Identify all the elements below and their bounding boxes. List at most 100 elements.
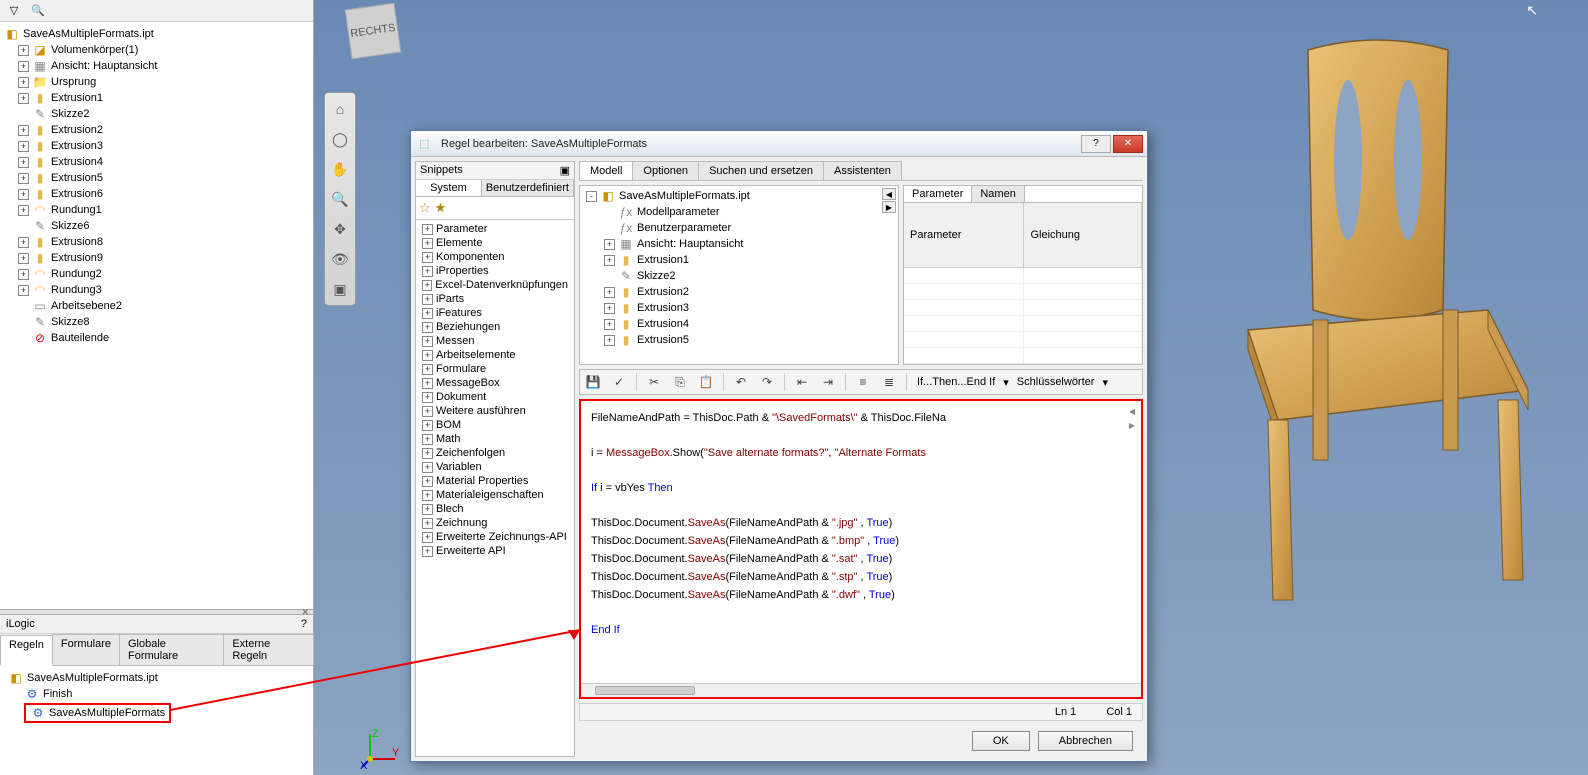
expander-icon[interactable]: + — [18, 61, 29, 72]
tree-node[interactable]: +◠Rundung2 — [0, 266, 313, 282]
parameter-table[interactable]: ParameterGleichung — [904, 203, 1142, 364]
nav-left-icon[interactable]: ◀ — [1125, 405, 1139, 417]
snippet-item[interactable]: +Zeichnung — [418, 516, 572, 530]
tree-node[interactable]: ✎Skizze2 — [0, 106, 313, 122]
snippets-tree[interactable]: +Parameter+Elemente+Komponenten+iPropert… — [416, 220, 574, 756]
ilogic-tab[interactable]: Globale Formulare — [119, 634, 224, 665]
comment-icon[interactable]: ≡ — [852, 372, 874, 392]
tree-node[interactable]: +▮Extrusion6 — [0, 186, 313, 202]
expander-icon[interactable]: + — [18, 157, 29, 168]
tree-node[interactable]: +◠Rundung3 — [0, 282, 313, 298]
expander-icon[interactable]: + — [18, 189, 29, 200]
expander-icon[interactable]: + — [18, 253, 29, 264]
tree-node[interactable]: ⊘Bauteilende — [0, 330, 313, 346]
chevron-down-icon[interactable]: ▾ — [1003, 376, 1009, 389]
expander-icon[interactable]: + — [422, 294, 433, 305]
zoom-icon[interactable]: 🔍 — [330, 189, 350, 209]
tree-node[interactable]: +▮Extrusion4 — [0, 154, 313, 170]
save-icon[interactable]: 💾 — [582, 372, 604, 392]
indent-icon[interactable]: ⇥ — [817, 372, 839, 392]
table-row[interactable] — [904, 316, 1142, 332]
record-icon[interactable]: ▣ — [330, 279, 350, 299]
tree-node[interactable]: +▮Extrusion4 — [582, 316, 896, 332]
tree-node[interactable]: +▮Extrusion2 — [582, 284, 896, 300]
tree-node[interactable]: ✎Skizze6 — [0, 218, 313, 234]
tree-node[interactable]: +◪Volumenkörper(1) — [0, 42, 313, 58]
expander-icon[interactable]: + — [422, 322, 433, 333]
expander-icon[interactable]: + — [18, 93, 29, 104]
chevron-down-icon[interactable]: ▾ — [1102, 376, 1108, 389]
snippet-item[interactable]: +Elemente — [418, 236, 572, 250]
expander-icon[interactable]: + — [422, 518, 433, 529]
snippet-item[interactable]: +Math — [418, 432, 572, 446]
copy-icon[interactable]: ⎘ — [669, 372, 691, 392]
param-tab[interactable]: Namen — [972, 186, 1024, 202]
star-icon[interactable]: ☆ — [419, 200, 431, 216]
binoculars-icon[interactable]: 🔍 — [30, 3, 46, 19]
expander-icon[interactable]: + — [422, 350, 433, 361]
snippet-item[interactable]: +Blech — [418, 502, 572, 516]
expander-icon[interactable]: + — [18, 173, 29, 184]
tree-node[interactable]: ✎Skizze2 — [582, 268, 896, 284]
tree-node[interactable]: +▮Extrusion1 — [582, 252, 896, 268]
table-row[interactable] — [904, 332, 1142, 348]
expander-icon[interactable]: + — [422, 476, 433, 487]
expander-icon[interactable]: + — [18, 237, 29, 248]
nav-right-icon[interactable]: ▶ — [882, 201, 896, 213]
tree-root[interactable]: ◧ SaveAsMultipleFormats.ipt — [0, 26, 313, 42]
editor-tab[interactable]: Optionen — [632, 161, 699, 180]
table-row[interactable] — [904, 284, 1142, 300]
tree-node[interactable]: ✎Skizze8 — [0, 314, 313, 330]
expander-icon[interactable]: + — [422, 238, 433, 249]
cancel-button[interactable]: Abbrechen — [1038, 731, 1133, 751]
tree-node[interactable]: +▮Extrusion3 — [582, 300, 896, 316]
expander-icon[interactable]: + — [18, 77, 29, 88]
pan-icon[interactable]: ✋ — [330, 159, 350, 179]
pin-icon[interactable]: ▣ — [560, 164, 570, 177]
snippet-item[interactable]: +Materialeigenschaften — [418, 488, 572, 502]
snippet-item[interactable]: +Zeichenfolgen — [418, 446, 572, 460]
cut-icon[interactable]: ✂ — [643, 372, 665, 392]
expander-icon[interactable]: + — [422, 252, 433, 263]
snippet-item[interactable]: +Beziehungen — [418, 320, 572, 334]
expander-icon[interactable]: + — [604, 255, 615, 266]
check-icon[interactable]: ✓ — [608, 372, 630, 392]
snippet-item[interactable]: +iProperties — [418, 264, 572, 278]
snippet-item[interactable]: +MessageBox — [418, 376, 572, 390]
expander-icon[interactable]: + — [422, 266, 433, 277]
expander-icon[interactable]: + — [422, 490, 433, 501]
expander-icon[interactable]: + — [422, 364, 433, 375]
dialog-model-tree[interactable]: -◧SaveAsMultipleFormats.iptƒxModellparam… — [579, 185, 899, 365]
snippet-item[interactable]: +Dokument — [418, 390, 572, 404]
ilogic-tab[interactable]: Formulare — [52, 634, 120, 665]
expander-icon[interactable]: + — [422, 546, 433, 557]
paste-icon[interactable]: 📋 — [695, 372, 717, 392]
tree-node[interactable]: ƒxBenutzerparameter — [582, 220, 896, 236]
close-button[interactable]: ✕ — [1113, 135, 1143, 153]
tree-node[interactable]: +▮Extrusion5 — [0, 170, 313, 186]
expander-icon[interactable]: + — [422, 504, 433, 515]
ilogic-rules-tree[interactable]: ◧ SaveAsMultipleFormats.ipt ⚙ Finish ⚙ S… — [0, 666, 313, 775]
snippet-item[interactable]: +Formulare — [418, 362, 572, 376]
expander-icon[interactable]: + — [422, 532, 433, 543]
model-tree[interactable]: ◧ SaveAsMultipleFormats.ipt +◪Volumenkör… — [0, 22, 313, 609]
outdent-icon[interactable]: ⇤ — [791, 372, 813, 392]
tree-node[interactable]: +▮Extrusion9 — [0, 250, 313, 266]
redo-icon[interactable]: ↷ — [756, 372, 778, 392]
tree-node[interactable]: +▮Extrusion2 — [0, 122, 313, 138]
expander-icon[interactable]: - — [586, 191, 597, 202]
ilogic-tab[interactable]: Regeln — [0, 635, 53, 666]
table-row[interactable] — [904, 300, 1142, 316]
expander-icon[interactable]: + — [422, 308, 433, 319]
tree-node[interactable]: +▮Extrusion8 — [0, 234, 313, 250]
ifthen-dropdown[interactable]: If...Then...End If — [913, 376, 999, 388]
snippet-item[interactable]: +Erweiterte API — [418, 544, 572, 558]
table-row[interactable] — [904, 348, 1142, 364]
param-tab[interactable]: Parameter — [904, 186, 972, 202]
expander-icon[interactable]: + — [18, 141, 29, 152]
orbit-icon[interactable]: ◯ — [330, 129, 350, 149]
tree-node[interactable]: +▮Extrusion1 — [0, 90, 313, 106]
expander-icon[interactable]: + — [422, 336, 433, 347]
editor-tab[interactable]: Modell — [579, 161, 633, 180]
snippet-item[interactable]: +Variablen — [418, 460, 572, 474]
